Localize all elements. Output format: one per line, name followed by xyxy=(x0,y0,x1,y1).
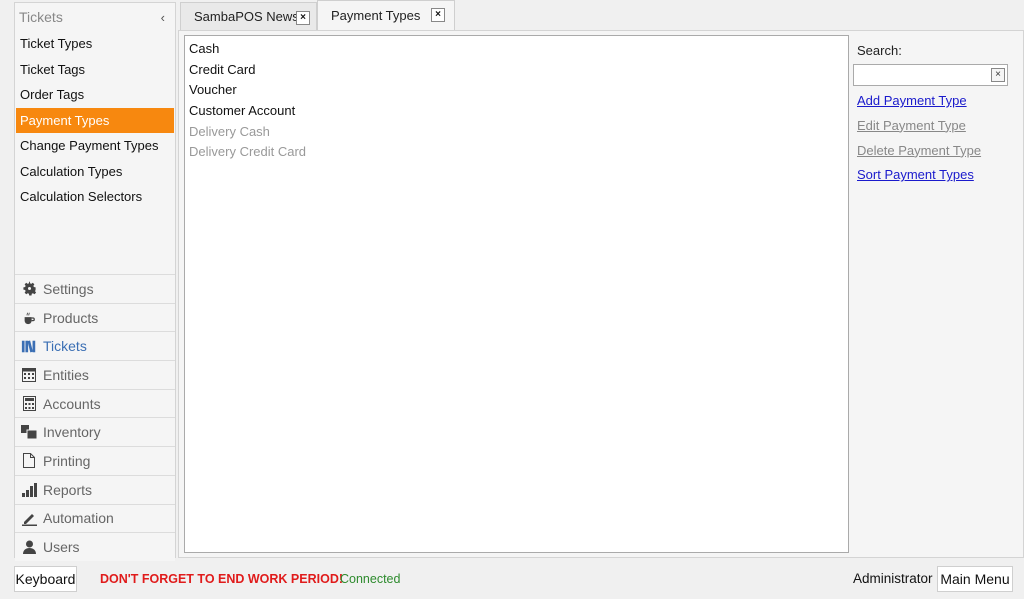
close-icon[interactable]: × xyxy=(431,8,445,22)
document-icon xyxy=(21,453,37,469)
books-icon xyxy=(21,338,37,354)
tab-bar: SambaPOS News × Payment Types × xyxy=(178,0,1024,30)
payment-type-list[interactable]: Cash Credit Card Voucher Customer Accoun… xyxy=(184,35,849,553)
nav-label: Settings xyxy=(43,280,94,297)
close-icon[interactable]: × xyxy=(296,11,310,25)
list-item[interactable]: Credit Card xyxy=(185,60,848,81)
action-links: Add Payment Type Edit Payment Type Delet… xyxy=(853,89,1013,188)
tab-label: SambaPOS News xyxy=(194,9,299,24)
keyboard-button[interactable]: Keyboard xyxy=(14,566,77,592)
nav-label: Automation xyxy=(43,510,114,527)
calculator-icon xyxy=(21,396,37,412)
footer: Keyboard DON'T FORGET TO END WORK PERIOD… xyxy=(0,561,1024,599)
nav-label: Products xyxy=(43,309,99,326)
clear-search-icon[interactable]: × xyxy=(991,68,1005,82)
sidebar-list: Ticket Types Ticket Tags Order Tags Paym… xyxy=(15,31,175,210)
nav-label: Entities xyxy=(43,366,89,383)
nav-item-entities[interactable]: Entities xyxy=(15,360,175,389)
content-frame: Cash Credit Card Voucher Customer Accoun… xyxy=(178,30,1024,558)
bar-chart-icon xyxy=(21,482,37,498)
nav-label: Accounts xyxy=(43,395,101,412)
nav-label: Users xyxy=(43,539,80,556)
nav-label: Printing xyxy=(43,452,91,469)
list-item[interactable]: Customer Account xyxy=(185,101,848,122)
sidebar-item-ticket-types[interactable]: Ticket Types xyxy=(16,31,174,57)
user-icon xyxy=(21,539,37,555)
edit-payment-type-link[interactable]: Edit Payment Type xyxy=(857,114,1013,139)
nav-item-printing[interactable]: Printing xyxy=(15,446,175,475)
nav-item-accounts[interactable]: Accounts xyxy=(15,388,175,418)
sidebar-item-order-tags[interactable]: Order Tags xyxy=(16,82,174,108)
nav-label: Reports xyxy=(43,481,93,498)
main-menu-button[interactable]: Main Menu xyxy=(937,566,1013,592)
nav-label: Inventory xyxy=(43,424,101,441)
nav-item-tickets[interactable]: Tickets xyxy=(15,331,175,361)
user-name: Administrator xyxy=(853,571,933,586)
cup-icon xyxy=(21,310,37,326)
sidebar-item-ticket-tags[interactable]: Ticket Tags xyxy=(16,57,174,83)
tab-payment-types[interactable]: Payment Types × xyxy=(317,0,455,30)
nav-item-automation[interactable]: Automation xyxy=(15,503,175,533)
add-payment-type-link[interactable]: Add Payment Type xyxy=(857,89,1013,114)
sidebar-item-calculation-types[interactable]: Calculation Types xyxy=(16,159,174,185)
tab-label: Payment Types xyxy=(331,8,421,23)
connection-status: Connected xyxy=(340,572,401,586)
search-box: × xyxy=(853,64,1008,86)
sidebar-header: Tickets ‹ xyxy=(15,3,175,31)
boxes-icon xyxy=(21,424,37,440)
list-item[interactable]: Cash xyxy=(185,39,848,60)
sidebar-title: Tickets xyxy=(19,9,63,25)
sidebar-item-payment-types[interactable]: Payment Types xyxy=(16,107,174,133)
nav-item-products[interactable]: Products xyxy=(15,302,175,332)
list-item[interactable]: Delivery Credit Card xyxy=(185,142,848,163)
pencil-icon xyxy=(21,510,37,526)
gear-icon xyxy=(21,281,37,297)
collapse-chevron-icon[interactable]: ‹ xyxy=(161,10,165,25)
tab-sambapos-news[interactable]: SambaPOS News × xyxy=(180,2,317,30)
nav-item-reports[interactable]: Reports xyxy=(15,474,175,504)
nav-item-inventory[interactable]: Inventory xyxy=(15,417,175,447)
search-input[interactable] xyxy=(854,65,992,85)
nav-item-settings[interactable]: Settings xyxy=(15,274,175,303)
nav-item-users[interactable]: Users xyxy=(15,532,175,561)
calendar-icon xyxy=(21,367,37,383)
sidebar-item-change-payment-types[interactable]: Change Payment Types xyxy=(16,133,174,159)
list-item[interactable]: Delivery Cash xyxy=(185,122,848,143)
search-label: Search: xyxy=(857,43,902,58)
list-item[interactable]: Voucher xyxy=(185,80,848,101)
sidebar-item-calculation-selectors[interactable]: Calculation Selectors xyxy=(16,184,174,210)
work-period-warning: DON'T FORGET TO END WORK PERIOD! xyxy=(100,572,344,586)
delete-payment-type-link[interactable]: Delete Payment Type xyxy=(857,139,1013,164)
left-panel: Tickets ‹ Ticket Types Ticket Tags Order… xyxy=(14,2,176,561)
nav-label: Tickets xyxy=(43,338,87,355)
action-panel: Search: × Add Payment Type Edit Payment … xyxy=(853,41,1013,188)
nav-section: Settings Products Tickets Entities Accou… xyxy=(15,274,175,561)
sort-payment-types-link[interactable]: Sort Payment Types xyxy=(857,163,1013,188)
